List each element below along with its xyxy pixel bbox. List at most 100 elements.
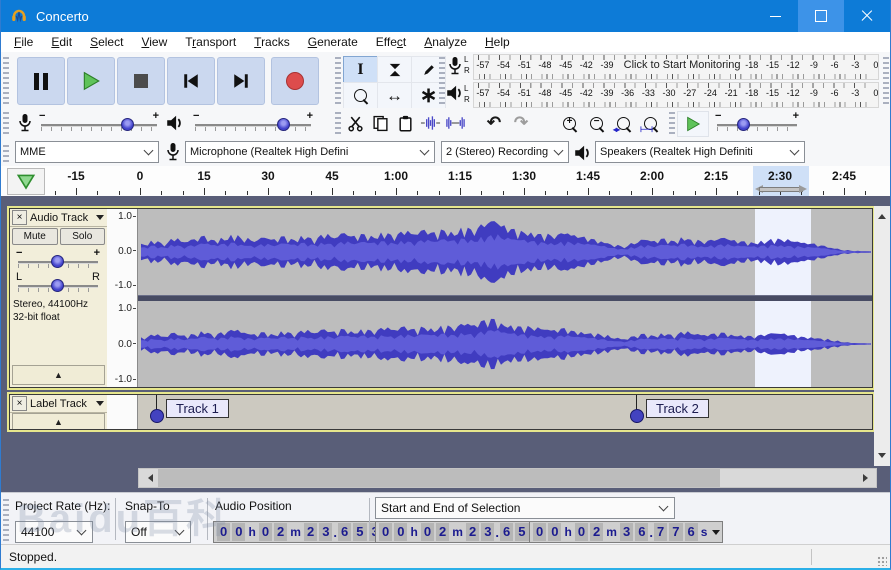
pan-slider[interactable]: L R bbox=[14, 272, 102, 294]
toolbar-grip[interactable] bbox=[335, 112, 341, 134]
mute-button[interactable]: Mute bbox=[12, 228, 58, 245]
track-menu-caret-icon[interactable] bbox=[96, 215, 104, 224]
track-close-button[interactable]: × bbox=[12, 396, 27, 411]
label-handle-icon[interactable] bbox=[150, 409, 164, 423]
fit-selection-button[interactable]: ◂▸ bbox=[611, 111, 636, 135]
label-text[interactable]: Track 2 bbox=[646, 399, 709, 418]
waveform-left-channel[interactable] bbox=[138, 209, 872, 295]
skip-to-end-button[interactable] bbox=[217, 57, 265, 105]
menu-generate[interactable]: Generate bbox=[299, 32, 367, 52]
scroll-up-arrow[interactable] bbox=[874, 206, 890, 223]
menu-file[interactable]: File bbox=[5, 32, 42, 52]
label-text[interactable]: Track 1 bbox=[166, 399, 229, 418]
playback-device-select[interactable]: Speakers (Realtek High Definiti bbox=[595, 141, 805, 163]
label-handle-icon[interactable] bbox=[630, 409, 644, 423]
toolbar-grip[interactable] bbox=[3, 142, 9, 162]
project-rate-select[interactable]: 44100 bbox=[15, 521, 93, 543]
vertical-scrollbar[interactable] bbox=[874, 206, 890, 466]
undo-button[interactable]: ↶ bbox=[481, 111, 507, 135]
vertical-ruler[interactable]: 1.0 0.0 -1.0 1.0 0.0 -1.0 bbox=[107, 209, 138, 387]
recording-channels-select[interactable]: 2 (Stereo) Recording Channels bbox=[441, 141, 569, 163]
zoom-tool-button[interactable] bbox=[343, 82, 378, 109]
paste-button[interactable] bbox=[393, 111, 418, 135]
chevron-down-icon bbox=[144, 146, 154, 156]
menu-select[interactable]: Select bbox=[81, 32, 132, 52]
timeline-selection-arrow[interactable] bbox=[753, 185, 809, 192]
envelope-tool-button[interactable] bbox=[377, 56, 412, 83]
copy-button[interactable] bbox=[368, 111, 393, 135]
horizontal-scroll-thumb[interactable] bbox=[158, 469, 720, 487]
zoom-in-button[interactable]: + bbox=[557, 111, 582, 135]
recording-volume-slider[interactable]: − + bbox=[37, 111, 161, 135]
microphone-icon bbox=[17, 113, 33, 133]
track-collapse-button[interactable]: ▲ bbox=[12, 413, 105, 429]
silence-audio-button[interactable] bbox=[443, 111, 468, 135]
track-menu-caret-icon[interactable] bbox=[96, 401, 104, 410]
record-button[interactable] bbox=[271, 57, 319, 105]
selection-end-field[interactable]: 00h02m36.776s bbox=[529, 521, 723, 543]
selection-mode-select[interactable]: Start and End of Selection bbox=[375, 497, 675, 519]
timeline-ruler[interactable]: -1501530451:001:151:301:452:002:152:302:… bbox=[1, 166, 890, 197]
trim-audio-button[interactable] bbox=[418, 111, 443, 135]
track-close-button[interactable]: × bbox=[12, 210, 27, 225]
toolbar-grip[interactable] bbox=[3, 56, 9, 104]
redo-button[interactable]: ↷ bbox=[508, 111, 534, 135]
menu-effect[interactable]: Effect bbox=[367, 32, 415, 52]
waveform-area[interactable] bbox=[138, 209, 872, 387]
slider-thumb[interactable] bbox=[277, 118, 290, 131]
time-shift-tool-button[interactable]: ↔ bbox=[377, 82, 412, 109]
cut-button[interactable] bbox=[343, 111, 368, 135]
toolbar-grip[interactable] bbox=[3, 497, 9, 541]
playback-volume-slider[interactable]: − + bbox=[191, 111, 315, 135]
menu-edit[interactable]: Edit bbox=[42, 32, 81, 52]
minimize-button[interactable] bbox=[752, 0, 798, 32]
quick-play-button[interactable] bbox=[7, 168, 45, 195]
playback-speed-slider[interactable]: − + bbox=[713, 111, 801, 135]
meter-monitor-hint[interactable]: Click to Start Monitoring bbox=[619, 59, 744, 71]
toolbar-grip[interactable] bbox=[335, 56, 341, 104]
menu-tracks[interactable]: Tracks bbox=[245, 32, 299, 52]
play-button[interactable] bbox=[67, 57, 115, 105]
speaker-icon[interactable] bbox=[445, 84, 465, 102]
playback-meter[interactable]: -57-54-51-48-45-42-39-36-33-30-27-24-21-… bbox=[473, 82, 879, 108]
microphone-icon[interactable] bbox=[447, 56, 463, 76]
recording-meter[interactable]: -57-54-51-48-45-42-39-36-33-30-27-24-21-… bbox=[473, 54, 879, 80]
audio-host-select[interactable]: MME bbox=[15, 141, 159, 163]
snap-to-select[interactable]: Off bbox=[125, 521, 191, 543]
horizontal-scrollbar[interactable] bbox=[138, 468, 877, 488]
track-collapse-button[interactable]: ▲ bbox=[12, 365, 105, 385]
close-button[interactable] bbox=[844, 0, 890, 32]
play-at-speed-button[interactable] bbox=[677, 111, 709, 137]
slider-thumb[interactable] bbox=[51, 279, 64, 292]
selection-tool-button[interactable]: I bbox=[343, 56, 378, 83]
pause-button[interactable] bbox=[17, 57, 65, 105]
slider-thumb[interactable] bbox=[51, 255, 64, 268]
zoom-out-button[interactable]: − bbox=[584, 111, 609, 135]
slider-thumb[interactable] bbox=[737, 118, 750, 131]
scroll-down-arrow[interactable] bbox=[874, 449, 890, 466]
toolbar-grip[interactable] bbox=[3, 112, 9, 134]
recording-device-select[interactable]: Microphone (Realtek High Defini bbox=[185, 141, 435, 163]
fit-project-button[interactable]: ⊢⊣ bbox=[638, 111, 663, 135]
solo-button[interactable]: Solo bbox=[60, 228, 106, 245]
track-title[interactable]: Label Track bbox=[30, 398, 96, 410]
scroll-left-arrow[interactable] bbox=[139, 469, 157, 487]
scroll-right-arrow[interactable] bbox=[858, 469, 876, 487]
label-track-content[interactable]: Track 1 Track 2 bbox=[138, 395, 872, 429]
slider-thumb[interactable] bbox=[121, 118, 134, 131]
track-title[interactable]: Audio Track bbox=[30, 212, 96, 224]
play-icon bbox=[81, 71, 101, 91]
slider-max-label: + bbox=[307, 110, 313, 122]
menu-view[interactable]: View bbox=[132, 32, 176, 52]
maximize-button[interactable] bbox=[798, 0, 844, 32]
gain-slider[interactable]: − + bbox=[14, 248, 102, 270]
skip-to-start-button[interactable] bbox=[167, 57, 215, 105]
menu-transport[interactable]: Transport bbox=[176, 32, 245, 52]
resize-grip[interactable] bbox=[877, 556, 887, 566]
menu-help[interactable]: Help bbox=[476, 32, 519, 52]
waveform-right-channel[interactable] bbox=[138, 301, 872, 387]
toolbar-grip[interactable] bbox=[883, 56, 889, 104]
stop-button[interactable] bbox=[117, 57, 165, 105]
toolbar-grip[interactable] bbox=[669, 112, 675, 134]
menu-analyze[interactable]: Analyze bbox=[415, 32, 476, 52]
